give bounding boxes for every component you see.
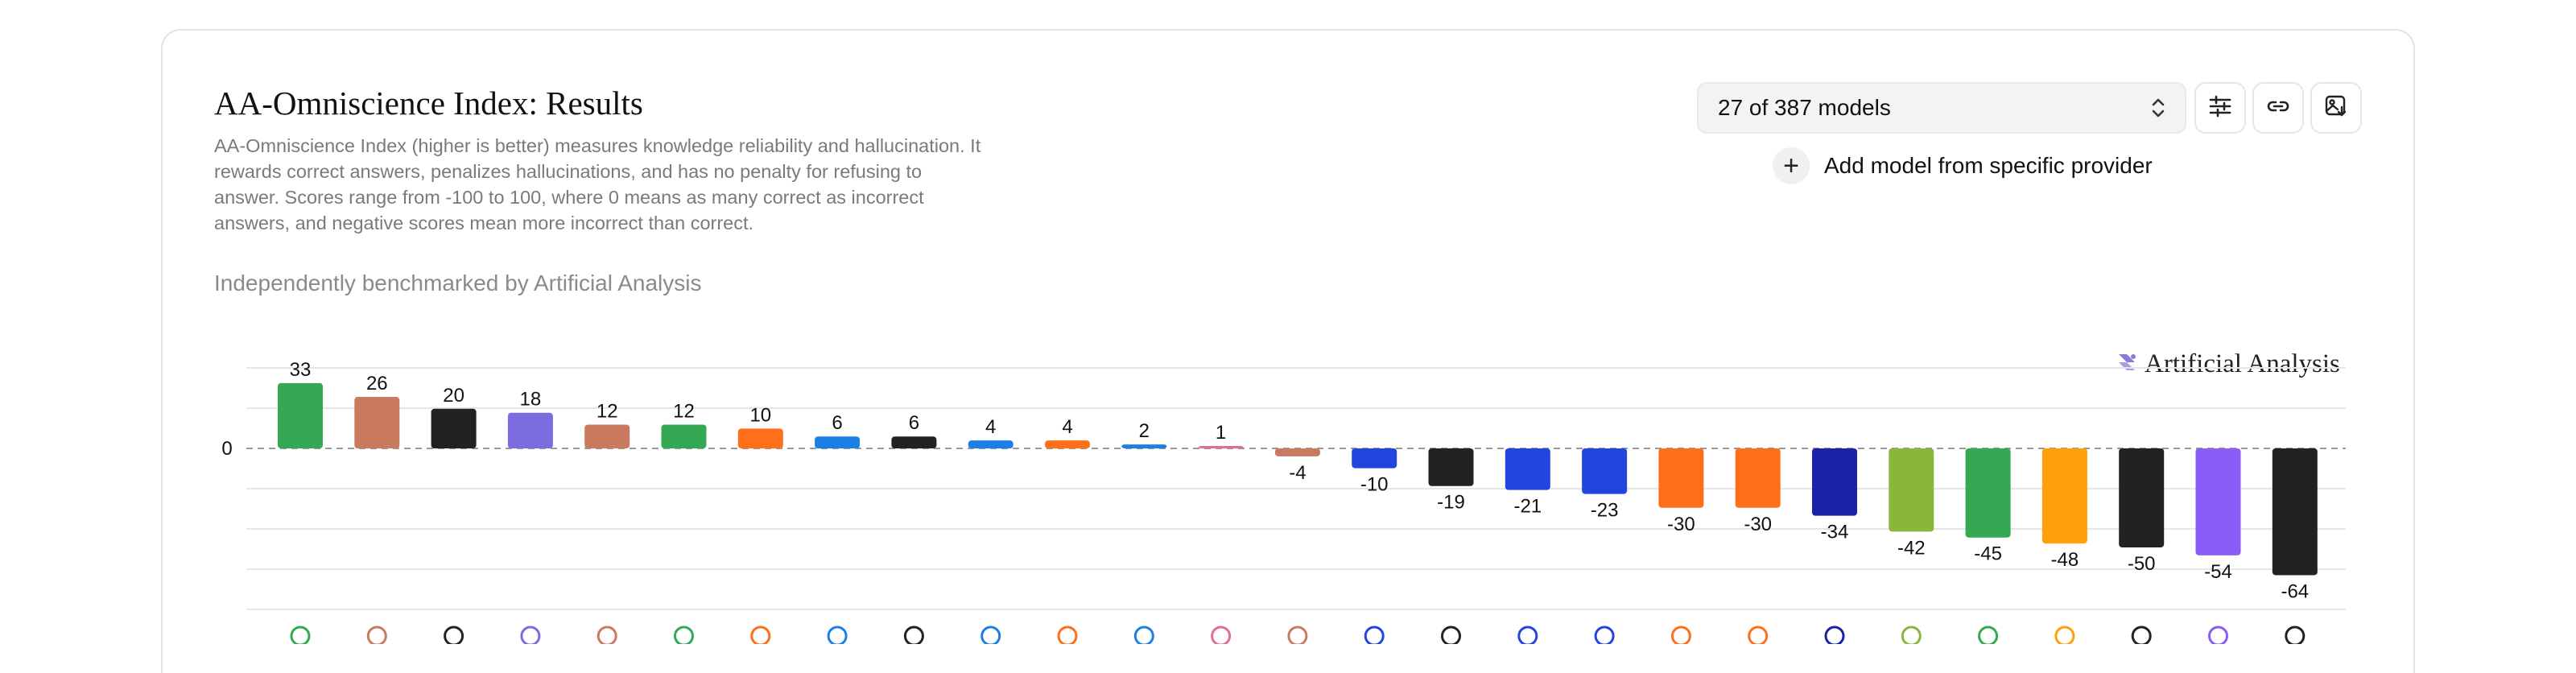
deepseek-icon (1594, 626, 1615, 644)
bar[interactable] (1121, 444, 1167, 448)
bar-value-label: -42 (1897, 537, 1926, 559)
bar-value-label: 4 (985, 416, 996, 438)
bar[interactable] (891, 436, 937, 448)
minimax-icon (1211, 626, 1232, 644)
bar-value-label: 4 (1062, 416, 1072, 438)
aws-icon (2054, 626, 2075, 644)
bar-value-label: 12 (673, 400, 695, 422)
omniscience-bar-chart: 0 33 26 20 18 12 12 10 6 6 4 4 2 1 -4 -10 -19 -21 -23 -30 -… (221, 359, 2346, 644)
bar-value-label: -23 (1591, 500, 1619, 522)
bar[interactable] (1198, 446, 1244, 448)
xiaomi-icon (1057, 626, 1078, 644)
google-icon (290, 626, 311, 644)
bar-value-label: 18 (520, 389, 542, 411)
bar[interactable] (2041, 448, 2087, 544)
bar[interactable] (584, 424, 630, 448)
zai-icon (1133, 626, 1154, 644)
openai-icon (2285, 626, 2306, 644)
alibaba-icon (750, 626, 771, 644)
bar[interactable] (1428, 448, 1474, 486)
deepseek-icon (1364, 626, 1385, 644)
bar-value-label: 6 (832, 412, 842, 434)
perplexity-icon (2208, 626, 2228, 644)
alibaba-icon (1670, 626, 1691, 644)
bar-value-label: -30 (1744, 514, 1772, 535)
bar-value-label: 10 (749, 404, 771, 426)
bar-value-label: 20 (443, 385, 464, 407)
bar[interactable] (968, 440, 1013, 448)
bar[interactable] (431, 408, 477, 448)
bar[interactable] (1889, 448, 1934, 532)
openai-icon (2131, 626, 2152, 644)
nvidia-icon (1901, 626, 1922, 644)
bar-value-label: -34 (1821, 522, 1849, 543)
bar[interactable] (1965, 448, 2011, 538)
anthropic-icon (1287, 626, 1308, 644)
bar[interactable] (354, 397, 400, 448)
meta-icon (980, 626, 1001, 644)
bar[interactable] (278, 382, 323, 448)
bar[interactable] (1735, 448, 1781, 508)
bar-value-label: -50 (2128, 553, 2156, 575)
bar-value-label: 1 (1216, 422, 1226, 444)
bar[interactable] (2119, 448, 2165, 547)
bar[interactable] (737, 428, 783, 448)
bar-value-label: -45 (1974, 543, 2002, 565)
bar-value-label: 26 (366, 373, 388, 394)
bar-value-label: -64 (2281, 580, 2309, 602)
bar[interactable] (2195, 448, 2241, 555)
google-icon (1978, 626, 1999, 644)
bar[interactable] (1582, 448, 1628, 494)
anthropic-icon (597, 626, 617, 644)
bar[interactable] (507, 412, 553, 448)
deepseek-icon (1517, 626, 1538, 644)
openai-icon (444, 626, 464, 644)
anthropic-icon (366, 626, 387, 644)
bar-value-label: 6 (909, 412, 919, 434)
bar-value-label: -48 (2051, 549, 2079, 571)
bar[interactable] (1658, 448, 1704, 508)
kimi-icon (827, 626, 848, 644)
bar-value-label: -30 (1667, 514, 1695, 535)
bar[interactable] (661, 424, 707, 448)
y-axis-zero-label: 0 (221, 438, 232, 460)
bar[interactable] (1505, 448, 1550, 490)
bar-value-label: -54 (2204, 561, 2232, 583)
google-icon (674, 626, 694, 644)
bar-value-label: -10 (1360, 474, 1389, 496)
openai-icon (1441, 626, 1461, 644)
bar[interactable] (1812, 448, 1857, 516)
mistral-icon (1748, 626, 1769, 644)
xai-icon (520, 626, 541, 644)
bar-value-label: 12 (597, 400, 618, 422)
bar[interactable] (2272, 448, 2318, 576)
bar-value-label: -19 (1437, 492, 1465, 514)
bar-value-label: 2 (1139, 420, 1150, 442)
bar-value-label: -21 (1513, 496, 1542, 518)
bar[interactable] (1274, 448, 1320, 456)
bar-value-label: 33 (290, 359, 312, 381)
openai-icon (903, 626, 924, 644)
bar[interactable] (1045, 440, 1090, 448)
bar[interactable] (815, 436, 861, 448)
bar-value-label: -4 (1289, 462, 1306, 484)
bar[interactable] (1352, 448, 1397, 469)
ibm-icon (1824, 626, 1845, 644)
